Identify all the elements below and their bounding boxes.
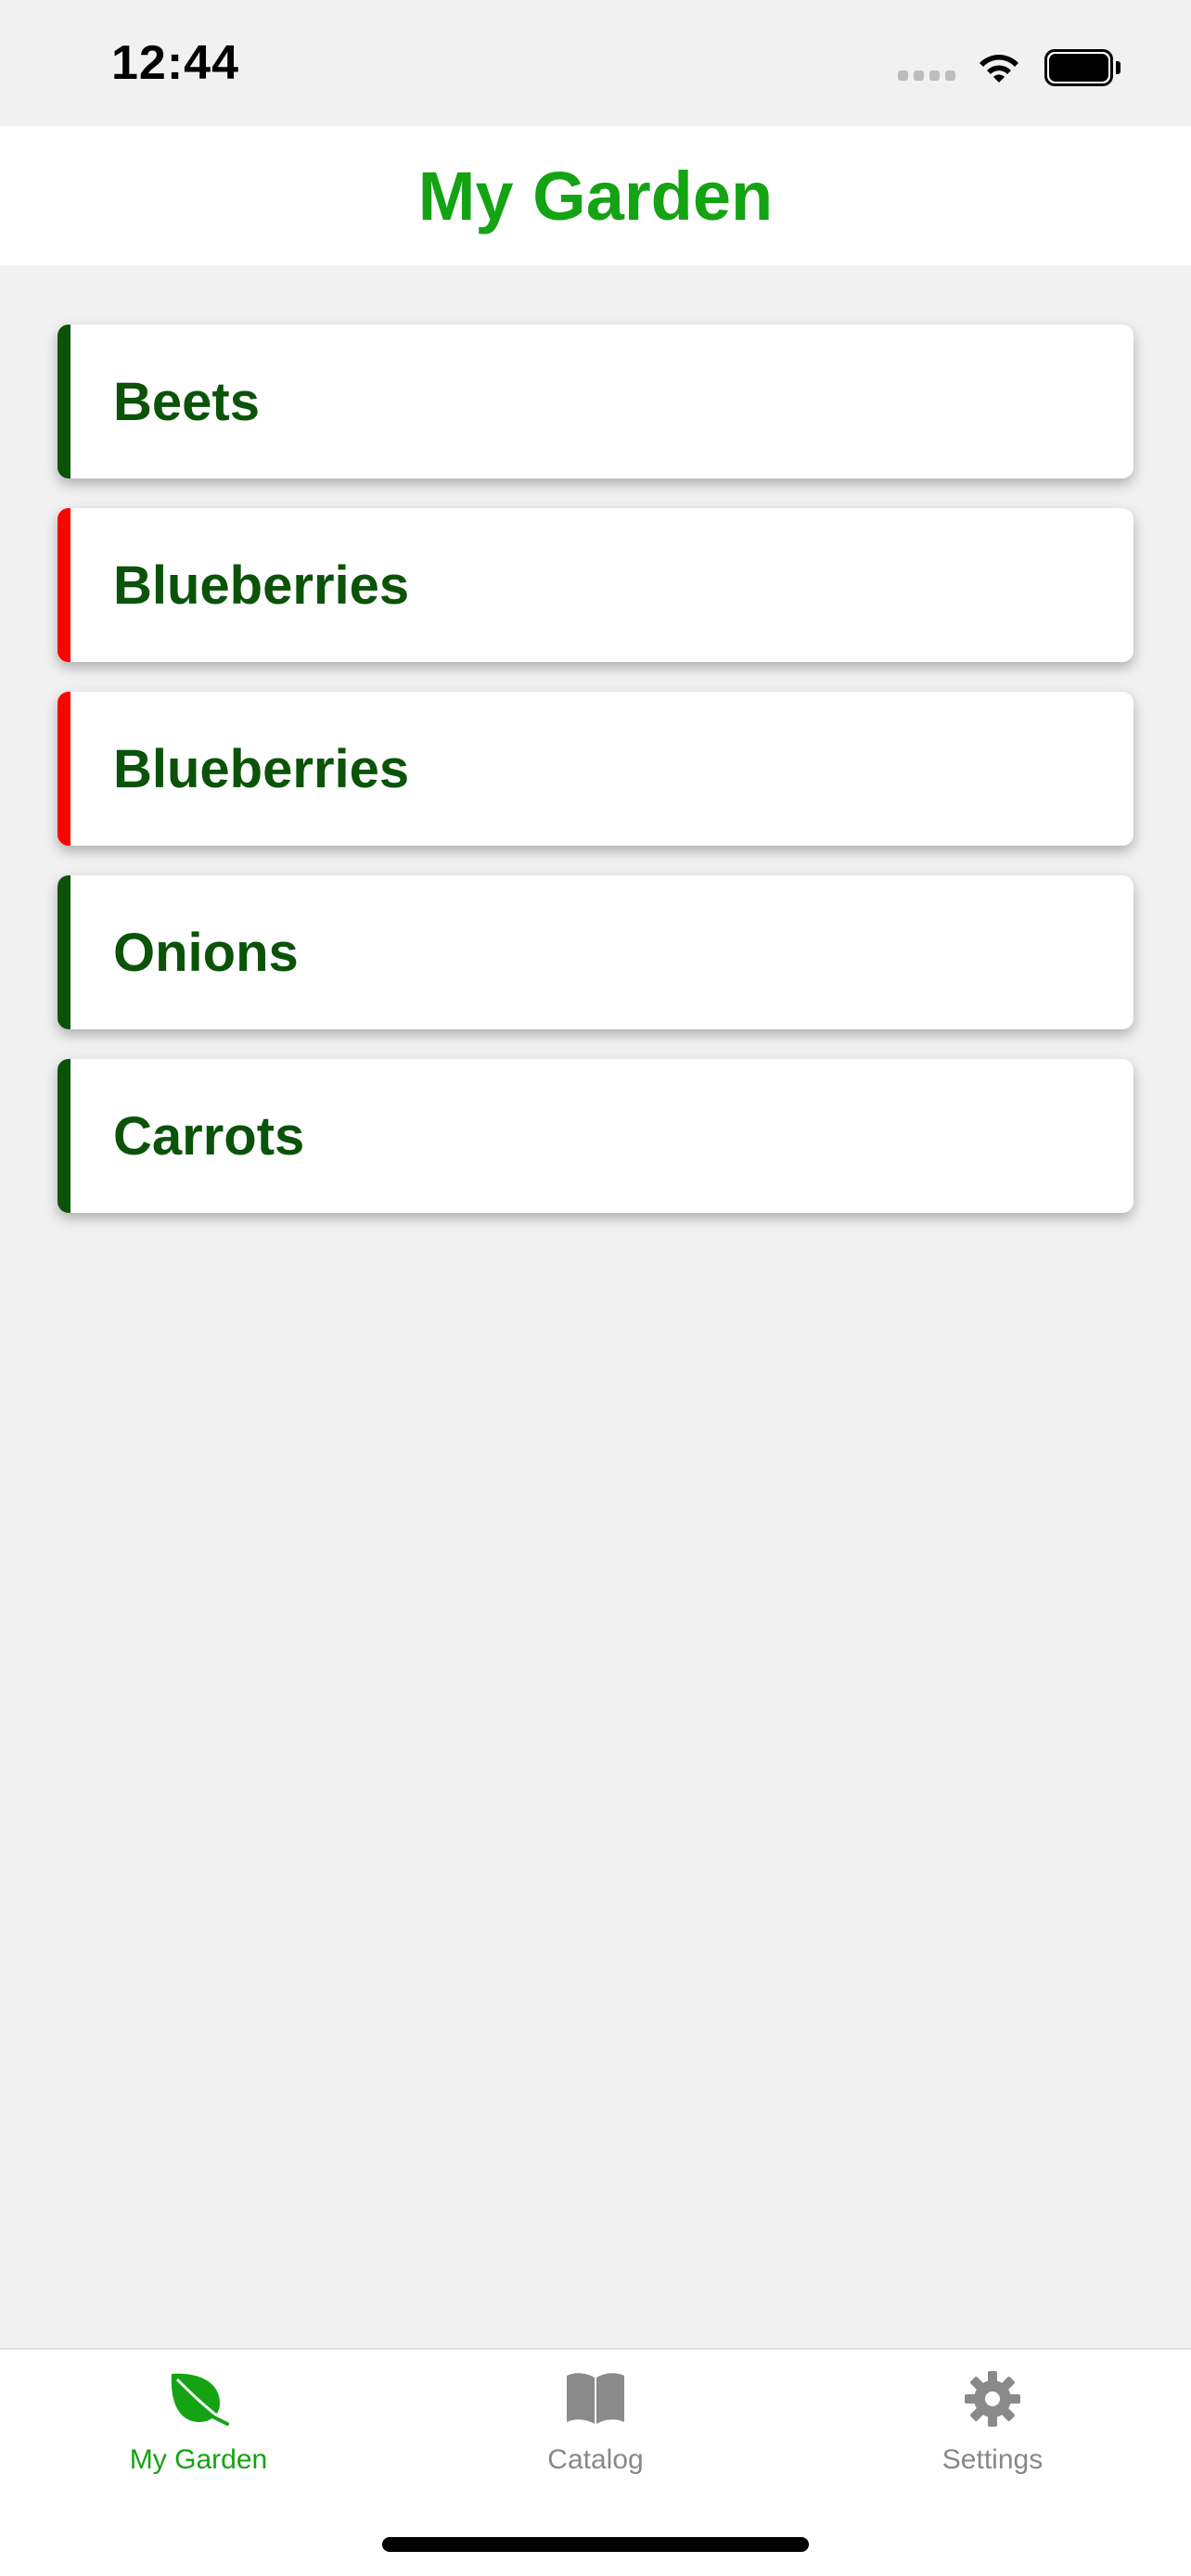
battery-icon [1044,49,1121,86]
plant-name: Blueberries [113,555,410,616]
wifi-icon [980,55,1018,83]
plant-card-carrots[interactable]: Carrots [58,1059,1133,1213]
status-icons [898,46,1121,89]
plant-status-accent [58,692,70,846]
leaf-icon [171,2373,229,2426]
navigation-header: My Garden [0,126,1191,265]
plant-card-blueberries[interactable]: Blueberries [58,692,1133,846]
tab-label: Settings [941,2444,1044,2475]
plant-status-accent [58,875,70,1029]
tab-catalog[interactable]: Catalog [456,2368,735,2517]
plant-card-beets[interactable]: Beets [58,325,1133,478]
plant-status-accent [58,325,70,478]
plant-name: Onions [113,922,299,983]
tab-label: My Garden [129,2444,268,2475]
home-indicator[interactable] [382,2537,809,2552]
plant-name: Carrots [113,1105,305,1167]
tab-settings[interactable]: Settings [853,2368,1132,2517]
book-icon [567,2373,624,2424]
status-bar: 12:44 [0,0,1191,126]
plant-status-accent [58,508,70,662]
tab-my-garden[interactable]: My Garden [59,2368,338,2517]
plant-status-accent [58,1059,70,1213]
tab-label: Catalog [547,2444,644,2475]
plant-name: Blueberries [113,738,410,799]
status-time: 12:44 [111,36,239,90]
page-title: My Garden [417,157,774,235]
cellular-signal-icon [898,70,955,81]
plant-card-onions[interactable]: Onions [58,875,1133,1029]
plant-list: Beets Blueberries Blueberries Onions Car… [58,325,1133,1243]
plant-card-blueberries[interactable]: Blueberries [58,508,1133,662]
gear-icon [965,2371,1020,2427]
plant-name: Beets [113,371,260,432]
